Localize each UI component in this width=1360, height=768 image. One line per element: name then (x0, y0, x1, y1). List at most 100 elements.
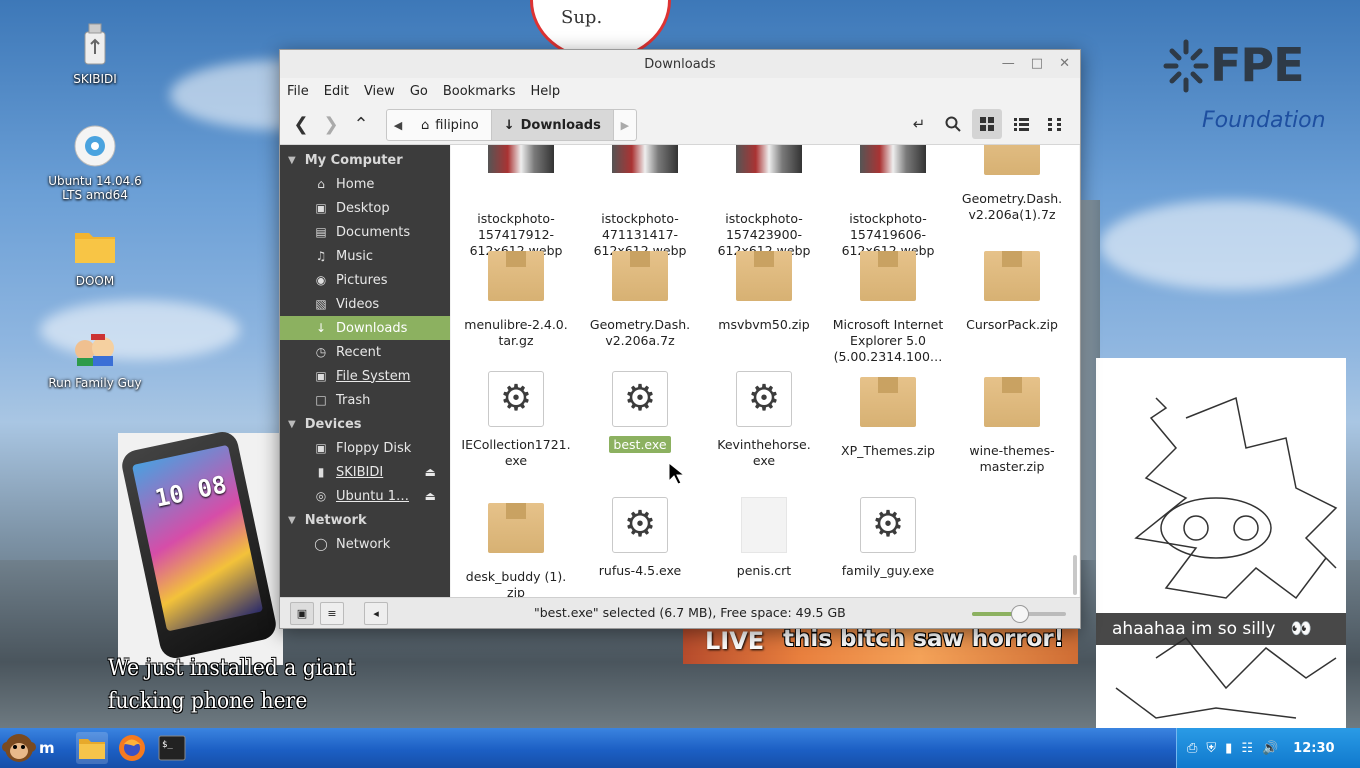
back-button[interactable]: ❮ (286, 109, 316, 139)
sidebar-item-documents[interactable]: ▤ Documents (280, 220, 450, 244)
sidebar-item-recent[interactable]: ◷ Recent (280, 340, 450, 364)
clipboard-icon[interactable]: ⎙ (1187, 741, 1197, 756)
sidebar-section-devices[interactable]: ▼ Devices (280, 412, 450, 436)
vertical-scrollbar[interactable] (1073, 555, 1077, 595)
file-item[interactable]: istockphoto-157419606-612x612.webp (826, 145, 950, 259)
file-item[interactable]: menulibre-2.4.0. tar.gz (454, 245, 578, 349)
sidebar-item-file-system[interactable]: ▣ File System (280, 364, 450, 388)
taskbar-app-files[interactable] (76, 732, 108, 764)
home-icon: ⌂ (317, 177, 325, 191)
desktop-icon-label: Run Family Guy (48, 376, 142, 390)
menu-go[interactable]: Go (410, 84, 428, 99)
search-button[interactable] (938, 109, 968, 139)
maximize-icon[interactable]: □ (1031, 56, 1043, 71)
file-item[interactable]: ⚙ family_guy.exe (826, 497, 950, 579)
menu-view[interactable]: View (364, 84, 395, 99)
show-places-button[interactable]: ▣ (290, 602, 314, 625)
file-item[interactable]: istockphoto-157417912-612x612.webp (454, 145, 578, 259)
clock[interactable]: 12:30 (1293, 741, 1334, 756)
sidebar-item-network[interactable]: ◯ Network (280, 532, 450, 556)
list-view-button[interactable] (1006, 109, 1036, 139)
file-item[interactable]: Geometry.Dash. v2.206a(1).7z (950, 145, 1074, 223)
compact-view-button[interactable] (1040, 109, 1070, 139)
sidebar-item-pictures[interactable]: ◉ Pictures (280, 268, 450, 292)
shield-icon[interactable]: ⛨ (1206, 741, 1216, 756)
desktop-icon-ubuntu-disc[interactable]: Ubuntu 14.04.6 LTS amd64 (40, 124, 150, 202)
network-icon[interactable]: ☷ (1241, 741, 1253, 756)
sidebar-section-my-computer[interactable]: ▼ My Computer (280, 148, 450, 172)
sidebar-item-home[interactable]: ⌂ Home (280, 172, 450, 196)
svg-text:$_: $_ (162, 740, 173, 750)
minimize-icon[interactable]: — (1002, 56, 1015, 71)
download-arrow-icon: ↓ (503, 117, 515, 133)
file-item[interactable]: desk_buddy (1). zip (454, 497, 578, 597)
sidebar-item-label: Recent (336, 344, 381, 360)
file-item[interactable]: ⚙ best.exe (578, 371, 702, 453)
battery-icon[interactable]: ▮ (1225, 741, 1232, 756)
desktop-icon-skibidi[interactable]: SKIBIDI (40, 22, 150, 86)
sidebar-item-label: Downloads (336, 320, 408, 336)
sidebar-item-music[interactable]: ♫ Music (280, 244, 450, 268)
zoom-slider[interactable] (972, 605, 1066, 623)
forward-button[interactable]: ❯ (316, 109, 346, 139)
eject-icon[interactable]: ⏏ (425, 465, 436, 479)
file-item[interactable]: ⚙ rufus-4.5.exe (578, 497, 702, 579)
sidebar-item-skibidi[interactable]: ▮ SKIBIDI ⏏ (280, 460, 450, 484)
volume-icon[interactable]: 🔊 (1262, 741, 1278, 756)
sidebar-item-floppy-disk[interactable]: ▣ Floppy Disk (280, 436, 450, 460)
taskbar-app-terminal[interactable]: $_ (156, 732, 188, 764)
giant-phone-image: 10 08 (118, 429, 283, 665)
breadcrumb-right-button[interactable]: ▶ (614, 110, 636, 140)
window-titlebar[interactable]: Downloads — □ ✕ (280, 50, 1080, 78)
file-item[interactable]: istockphoto-157423900-612x612.webp (702, 145, 826, 259)
zoom-slider-knob[interactable] (1011, 605, 1029, 623)
sidebar-item-desktop[interactable]: ▣ Desktop (280, 196, 450, 220)
file-view[interactable]: istockphoto-157417912-612x612.webpistock… (451, 145, 1079, 597)
file-item[interactable]: penis.crt (702, 497, 826, 579)
sidebar-item-videos[interactable]: ▧ Videos (280, 292, 450, 316)
breadcrumb-home[interactable]: ⌂ filipino (409, 110, 492, 140)
sidebar-section-network[interactable]: ▼ Network (280, 508, 450, 532)
file-item[interactable]: Microsoft Internet Explorer 5.0 (5.00.2314… (826, 245, 950, 365)
folder-icon: ▣ (296, 607, 308, 620)
tree-icon: ≡ (327, 607, 337, 620)
file-name-label: IECollection1721. exe (461, 437, 571, 468)
sidebar-item-label: Network (336, 536, 391, 552)
file-item[interactable]: ⚙ Kevinthehorse. exe (702, 371, 826, 469)
desktop-icon-run-family-guy[interactable]: Run Family Guy (40, 326, 150, 390)
menu-help[interactable]: Help (530, 84, 560, 99)
taskbar-app-firefox[interactable] (116, 732, 148, 764)
hide-sidebar-button[interactable]: ◂ (364, 602, 388, 625)
show-treeview-button[interactable]: ≡ (320, 602, 344, 625)
start-menu-button[interactable]: m (2, 731, 66, 765)
file-item[interactable]: msvbvm50.zip (702, 245, 826, 333)
archive-icon (488, 251, 544, 307)
close-icon[interactable]: ✕ (1059, 56, 1070, 71)
file-name-label: CursorPack.zip (966, 317, 1058, 332)
file-item[interactable]: Geometry.Dash. v2.206a.7z (578, 245, 702, 349)
file-item[interactable]: wine-themes-master.zip (950, 371, 1074, 475)
executable-gear-icon: ⚙ (612, 371, 668, 427)
menu-file[interactable]: File (287, 84, 309, 99)
menu-edit[interactable]: Edit (324, 84, 349, 99)
breadcrumb-downloads[interactable]: ↓ Downloads (491, 110, 614, 140)
desktop-icon-doom[interactable]: DOOM (40, 224, 150, 288)
icon-view-button[interactable] (972, 109, 1002, 139)
file-item[interactable]: CursorPack.zip (950, 245, 1074, 333)
sidebar-item-ubuntu[interactable]: ◎ Ubuntu 1… ⏏ (280, 484, 450, 508)
file-item[interactable]: XP_Themes.zip (826, 371, 950, 459)
sketch-image: ahaahaa im so silly 👀 (1096, 358, 1346, 728)
file-manager-window[interactable]: Downloads — □ ✕ File Edit View Go Bookma… (279, 49, 1081, 629)
expand-triangle-icon: ▼ (288, 154, 296, 166)
sidebar-item-trash[interactable]: □ Trash (280, 388, 450, 412)
expand-triangle-icon: ▼ (288, 418, 296, 430)
breadcrumb: ◀ ⌂ filipino ↓ Downloads ▶ (386, 109, 637, 141)
up-button[interactable]: ⌃ (346, 109, 376, 139)
toggle-location-button[interactable]: ↵ (904, 109, 934, 139)
breadcrumb-left-button[interactable]: ◀ (387, 110, 409, 140)
eject-icon[interactable]: ⏏ (425, 489, 436, 503)
file-item[interactable]: istockphoto-471131417-612x612.webp (578, 145, 702, 259)
menu-bookmarks[interactable]: Bookmarks (443, 84, 516, 99)
sidebar-item-downloads[interactable]: ↓ Downloads (280, 316, 450, 340)
file-item[interactable]: ⚙ IECollection1721. exe (454, 371, 578, 469)
